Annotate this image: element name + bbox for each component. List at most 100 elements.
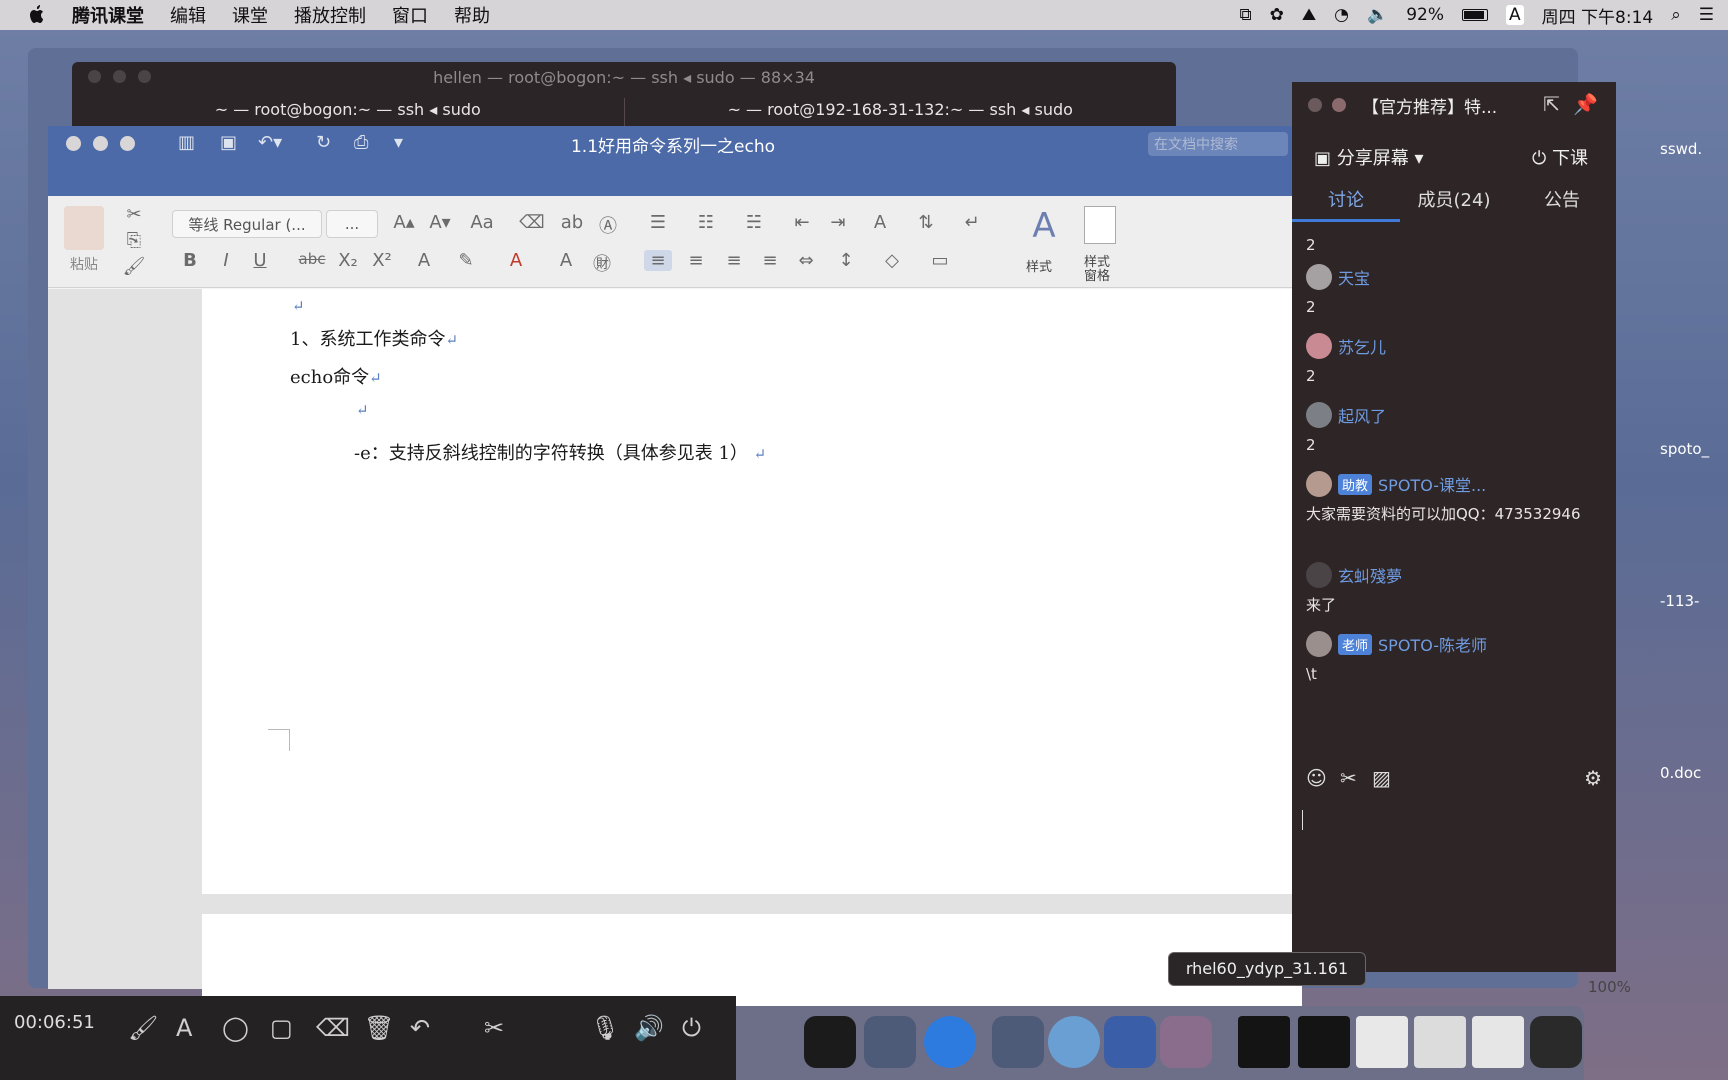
pin-icon[interactable]: 📌 (1573, 92, 1598, 116)
gear-status-icon[interactable]: ✿ (1270, 5, 1284, 25)
line-spacing-icon[interactable]: ↕ (832, 250, 860, 271)
chat-input[interactable] (1292, 802, 1616, 972)
circle-icon[interactable]: ◯ (222, 1014, 249, 1042)
shading-icon[interactable]: ◇ (878, 250, 906, 271)
bold-icon[interactable]: B (176, 250, 204, 271)
terminal-tab[interactable]: ~ — root@192-168-31-132:~ — ssh ◂ sudo (623, 98, 1177, 126)
phonetic-icon[interactable]: ab (558, 212, 586, 233)
document-page[interactable]: ↵ 1、系统工作类命令↵ echo命令↵ ↵ -e：支持反斜线控制的字符转换（具… (202, 289, 1316, 894)
avatar[interactable] (1306, 264, 1332, 290)
avatar[interactable] (1306, 402, 1332, 428)
avatar[interactable] (1306, 562, 1332, 588)
sender-name[interactable]: 天宝 (1338, 265, 1370, 289)
menu-item-window[interactable]: 窗口 (392, 2, 428, 28)
avatar[interactable] (1306, 471, 1332, 497)
subheading-paragraph[interactable]: echo命令↵ (290, 363, 382, 389)
battery-icon[interactable] (1461, 9, 1488, 21)
trash-icon[interactable]: 🗑 (364, 1014, 394, 1042)
tab-discussion[interactable]: 讨论 (1292, 186, 1400, 222)
highlight-icon[interactable]: ✎ (452, 250, 480, 271)
avatar[interactable] (1306, 333, 1332, 359)
heading-paragraph[interactable]: 1、系统工作类命令↵ (290, 325, 458, 351)
align-left-icon[interactable]: ≡ (644, 250, 672, 271)
option-paragraph[interactable]: -e：支持反斜线控制的字符转换（具体参见表 1） ↵ (354, 439, 766, 465)
bullets-icon[interactable]: ☰ (644, 212, 672, 233)
menu-list-icon[interactable]: ☰ (1699, 5, 1714, 25)
virtualbox-icon[interactable] (864, 1016, 916, 1068)
scissors-icon[interactable]: ✂ (1340, 766, 1357, 790)
show-marks-icon[interactable]: ↵ (958, 212, 986, 233)
justify-icon[interactable]: ≡ (756, 250, 784, 271)
desktop-file-label[interactable]: 0.doc (1660, 764, 1701, 782)
sort-icon[interactable]: ⇅ (912, 212, 940, 233)
sender-name[interactable]: 起风了 (1338, 403, 1386, 427)
share-out-icon[interactable]: ⇱ (1543, 92, 1560, 116)
microphone-icon[interactable]: 🎙 (590, 1014, 620, 1042)
window-thumbnail[interactable] (1298, 1016, 1350, 1068)
end-class-button[interactable]: ⏻ 下课 (1532, 144, 1588, 170)
cut-icon[interactable]: ✂ (120, 204, 148, 225)
terminal-tab[interactable]: ~ — root@bogon:~ — ssh ◂ sudo (72, 98, 624, 126)
window-thumbnail[interactable] (1414, 1016, 1466, 1068)
desktop-file-label[interactable]: spoto_ (1660, 440, 1709, 458)
multilevel-list-icon[interactable]: ☵ (740, 212, 768, 233)
enclose-char-icon[interactable]: ㊖ (588, 250, 616, 276)
font-size-select[interactable]: ... (326, 210, 378, 238)
text-effect-icon[interactable]: A (410, 250, 438, 271)
menu-item-classroom[interactable]: 课堂 (232, 2, 268, 28)
undo-icon[interactable]: ↶ (410, 1014, 430, 1042)
screen-mirror-icon[interactable]: ⧉ (1240, 5, 1252, 25)
underline-icon[interactable]: U (246, 250, 274, 271)
tab-notice[interactable]: 公告 (1508, 186, 1616, 222)
menu-item-edit[interactable]: 编辑 (170, 2, 206, 28)
distribute-icon[interactable]: ⇔ (792, 250, 820, 271)
scissors-icon[interactable]: ✂ (484, 1014, 504, 1042)
document-search-input[interactable]: 在文档中搜索 (1148, 132, 1288, 156)
styles-pane-icon[interactable] (1084, 206, 1116, 244)
sender-name[interactable]: 玄虯殘夢 (1338, 563, 1402, 587)
tab-members[interactable]: 成员(24) (1400, 186, 1508, 222)
asian-layout-icon[interactable]: A (866, 212, 894, 233)
avatar[interactable] (1306, 631, 1332, 657)
menu-app-name[interactable]: 腾讯课堂 (72, 2, 144, 28)
menu-item-help[interactable]: 帮助 (454, 2, 490, 28)
char-shading-icon[interactable]: A (552, 250, 580, 271)
subscript-icon[interactable]: X₂ (334, 250, 362, 271)
zoom-level[interactable]: 100% (1588, 978, 1631, 996)
align-right-icon[interactable]: ≡ (720, 250, 748, 271)
change-case-icon[interactable]: Aa (468, 212, 496, 233)
text-icon[interactable]: A (176, 1014, 192, 1042)
clear-format-icon[interactable]: ⌫ (518, 212, 546, 233)
power-icon[interactable]: ⏻ (682, 1014, 701, 1042)
apple-icon[interactable] (28, 5, 46, 25)
align-center-icon[interactable]: ≡ (682, 250, 710, 271)
speaker-icon[interactable]: 🔊 (634, 1014, 664, 1042)
copy-icon[interactable]: ⎘ (120, 230, 148, 251)
numbering-icon[interactable]: ☷ (692, 212, 720, 233)
eraser-icon[interactable]: ⌫ (316, 1014, 350, 1042)
input-method-indicator[interactable]: A (1505, 5, 1524, 25)
brush-icon[interactable]: 🖌 (128, 1014, 158, 1042)
font-color-icon[interactable]: A (502, 250, 530, 271)
trash-icon[interactable] (1530, 1016, 1582, 1068)
char-border-icon[interactable]: Ⓐ (594, 212, 622, 238)
window-thumbnail[interactable] (1238, 1016, 1290, 1068)
minimize-button[interactable] (1332, 98, 1346, 112)
wifi-icon[interactable]: ◔ (1334, 5, 1349, 25)
image-icon[interactable]: ▨ (1372, 766, 1391, 790)
close-button[interactable] (1308, 98, 1322, 112)
increase-indent-icon[interactable]: ⇥ (824, 212, 852, 233)
italic-icon[interactable]: I (212, 250, 240, 271)
sender-name[interactable]: SPOTO-课堂... (1378, 472, 1486, 496)
decrease-indent-icon[interactable]: ⇤ (788, 212, 816, 233)
window-thumbnail[interactable] (1356, 1016, 1408, 1068)
sender-name[interactable]: 苏乞儿 (1338, 334, 1386, 358)
desktop-file-label[interactable]: -113- (1660, 592, 1699, 610)
decrease-font-icon[interactable]: A▾ (426, 212, 454, 233)
emoji-icon[interactable]: ☺ (1306, 766, 1327, 790)
clock[interactable]: 周四 下午8:14 (1542, 3, 1654, 28)
format-painter-icon[interactable]: 🖌 (120, 256, 148, 277)
app-store-icon[interactable] (924, 1016, 976, 1068)
menu-item-playback[interactable]: 播放控制 (294, 2, 366, 28)
ev-icon[interactable] (1048, 1016, 1100, 1068)
